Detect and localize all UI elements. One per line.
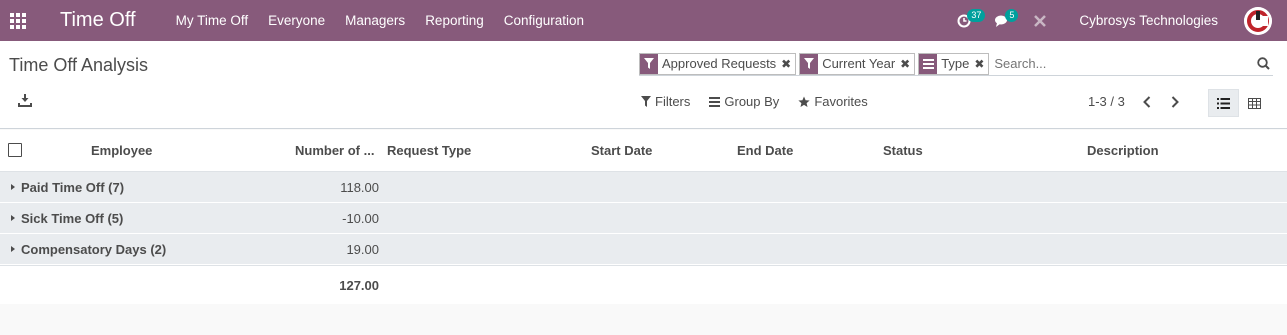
menu-reporting[interactable]: Reporting [415, 0, 494, 41]
favorites-label: Favorites [814, 94, 868, 109]
menu-my-time-off[interactable]: My Time Off [166, 0, 259, 41]
table-header: Employee Number of ... Request Type Star… [0, 130, 1287, 172]
group-row-paid-time-off[interactable]: Paid Time Off (7) 118.00 [0, 172, 1287, 203]
remove-facet-button[interactable]: ✖ [899, 54, 911, 74]
group-by-label: Group By [724, 94, 780, 109]
group-row-compensatory-days[interactable]: Compensatory Days (2) 19.00 [0, 234, 1287, 265]
column-number-of-days[interactable]: Number of ... [295, 143, 374, 158]
table-icon [1248, 97, 1261, 109]
chevron-right-icon [1171, 95, 1179, 108]
debug-tools-button[interactable] [1021, 0, 1059, 41]
systray: 37 5 Cybrosys Technologies [945, 0, 1287, 41]
search-options: Filters Group By Favorites [641, 94, 887, 109]
filters-button[interactable]: Filters [641, 94, 690, 109]
user-avatar-icon [1244, 6, 1272, 35]
page-title: Time Off Analysis [9, 55, 149, 75]
group-aggregate: -10.00 [342, 211, 379, 226]
apps-grid-icon [10, 12, 26, 29]
user-avatar[interactable] [1244, 6, 1272, 35]
facet-current-year: Current Year ✖ [799, 52, 916, 75]
column-status[interactable]: Status [883, 143, 923, 158]
pager-next-button[interactable] [1169, 95, 1181, 109]
search-button[interactable] [1253, 54, 1273, 74]
facet-approved-requests: Approved Requests ✖ [639, 52, 797, 75]
caret-right-icon [11, 215, 15, 221]
facet-value: Type [941, 55, 970, 71]
caret-right-icon [11, 246, 15, 252]
filter-icon [641, 96, 651, 107]
group-name: Sick Time Off (5) [21, 211, 124, 226]
chevron-left-icon [1142, 95, 1151, 108]
facet-value: Approved Requests [662, 55, 777, 71]
search-icon [1256, 57, 1270, 70]
total-aggregate: 127.00 [339, 278, 379, 293]
pager: 1-3 / 3 [1088, 94, 1181, 109]
download-icon [18, 94, 32, 107]
bars-icon [709, 96, 721, 107]
menu-managers[interactable]: Managers [335, 0, 415, 41]
group-by-button[interactable]: Group By [709, 94, 779, 109]
messaging-badge: 5 [1005, 9, 1019, 22]
group-by-icon [919, 53, 938, 74]
search-bar: Approved Requests ✖ Current Year ✖ Type … [639, 52, 1273, 76]
filter-icon [640, 53, 658, 74]
search-input[interactable] [992, 56, 1253, 71]
column-employee[interactable]: Employee [91, 143, 152, 158]
remove-facet-button[interactable]: ✖ [780, 54, 792, 74]
favorites-button[interactable]: Favorites [798, 94, 868, 109]
main-navbar: Time Off My Time Off Everyone Managers R… [0, 0, 1287, 41]
group-aggregate: 19.00 [346, 242, 379, 257]
remove-facet-button[interactable]: ✖ [973, 54, 985, 74]
column-description[interactable]: Description [1087, 143, 1159, 158]
filter-icon [800, 53, 819, 74]
group-aggregate: 118.00 [340, 180, 379, 195]
facet-type: Type ✖ [918, 52, 990, 75]
activity-button[interactable]: 37 [945, 0, 986, 41]
column-start-date[interactable]: Start Date [591, 143, 652, 158]
group-row-sick-time-off[interactable]: Sick Time Off (5) -10.00 [0, 203, 1287, 234]
column-request-type[interactable]: Request Type [387, 143, 471, 158]
caret-right-icon [11, 184, 15, 190]
pager-value[interactable]: 1-3 / 3 [1088, 94, 1125, 109]
app-title[interactable]: Time Off [60, 0, 136, 41]
pivot-view-button[interactable] [1239, 89, 1270, 117]
table-footer: 127.00 [0, 265, 1287, 304]
list-view-table: Employee Number of ... Request Type Star… [0, 130, 1287, 304]
download-button[interactable] [18, 93, 32, 109]
control-panel: Time Off Analysis Approved Requests ✖ Cu… [0, 41, 1287, 129]
star-icon [798, 96, 810, 107]
pager-previous-button[interactable] [1141, 95, 1153, 109]
app-menu-button[interactable] [0, 0, 36, 41]
list-icon [1217, 97, 1230, 109]
group-name: Paid Time Off (7) [21, 180, 125, 195]
filters-label: Filters [655, 94, 691, 109]
list-view-button[interactable] [1208, 89, 1239, 117]
messaging-button[interactable]: 5 [983, 0, 1021, 41]
select-all-checkbox[interactable] [8, 143, 22, 157]
column-end-date[interactable]: End Date [737, 143, 793, 158]
view-switcher [1208, 89, 1270, 117]
tools-icon [1034, 14, 1047, 27]
facet-value: Current Year [822, 55, 896, 71]
company-switcher[interactable]: Cybrosys Technologies [1079, 13, 1218, 28]
menu-everyone[interactable]: Everyone [258, 0, 335, 41]
menu-configuration[interactable]: Configuration [494, 0, 594, 41]
group-name: Compensatory Days (2) [21, 242, 167, 257]
